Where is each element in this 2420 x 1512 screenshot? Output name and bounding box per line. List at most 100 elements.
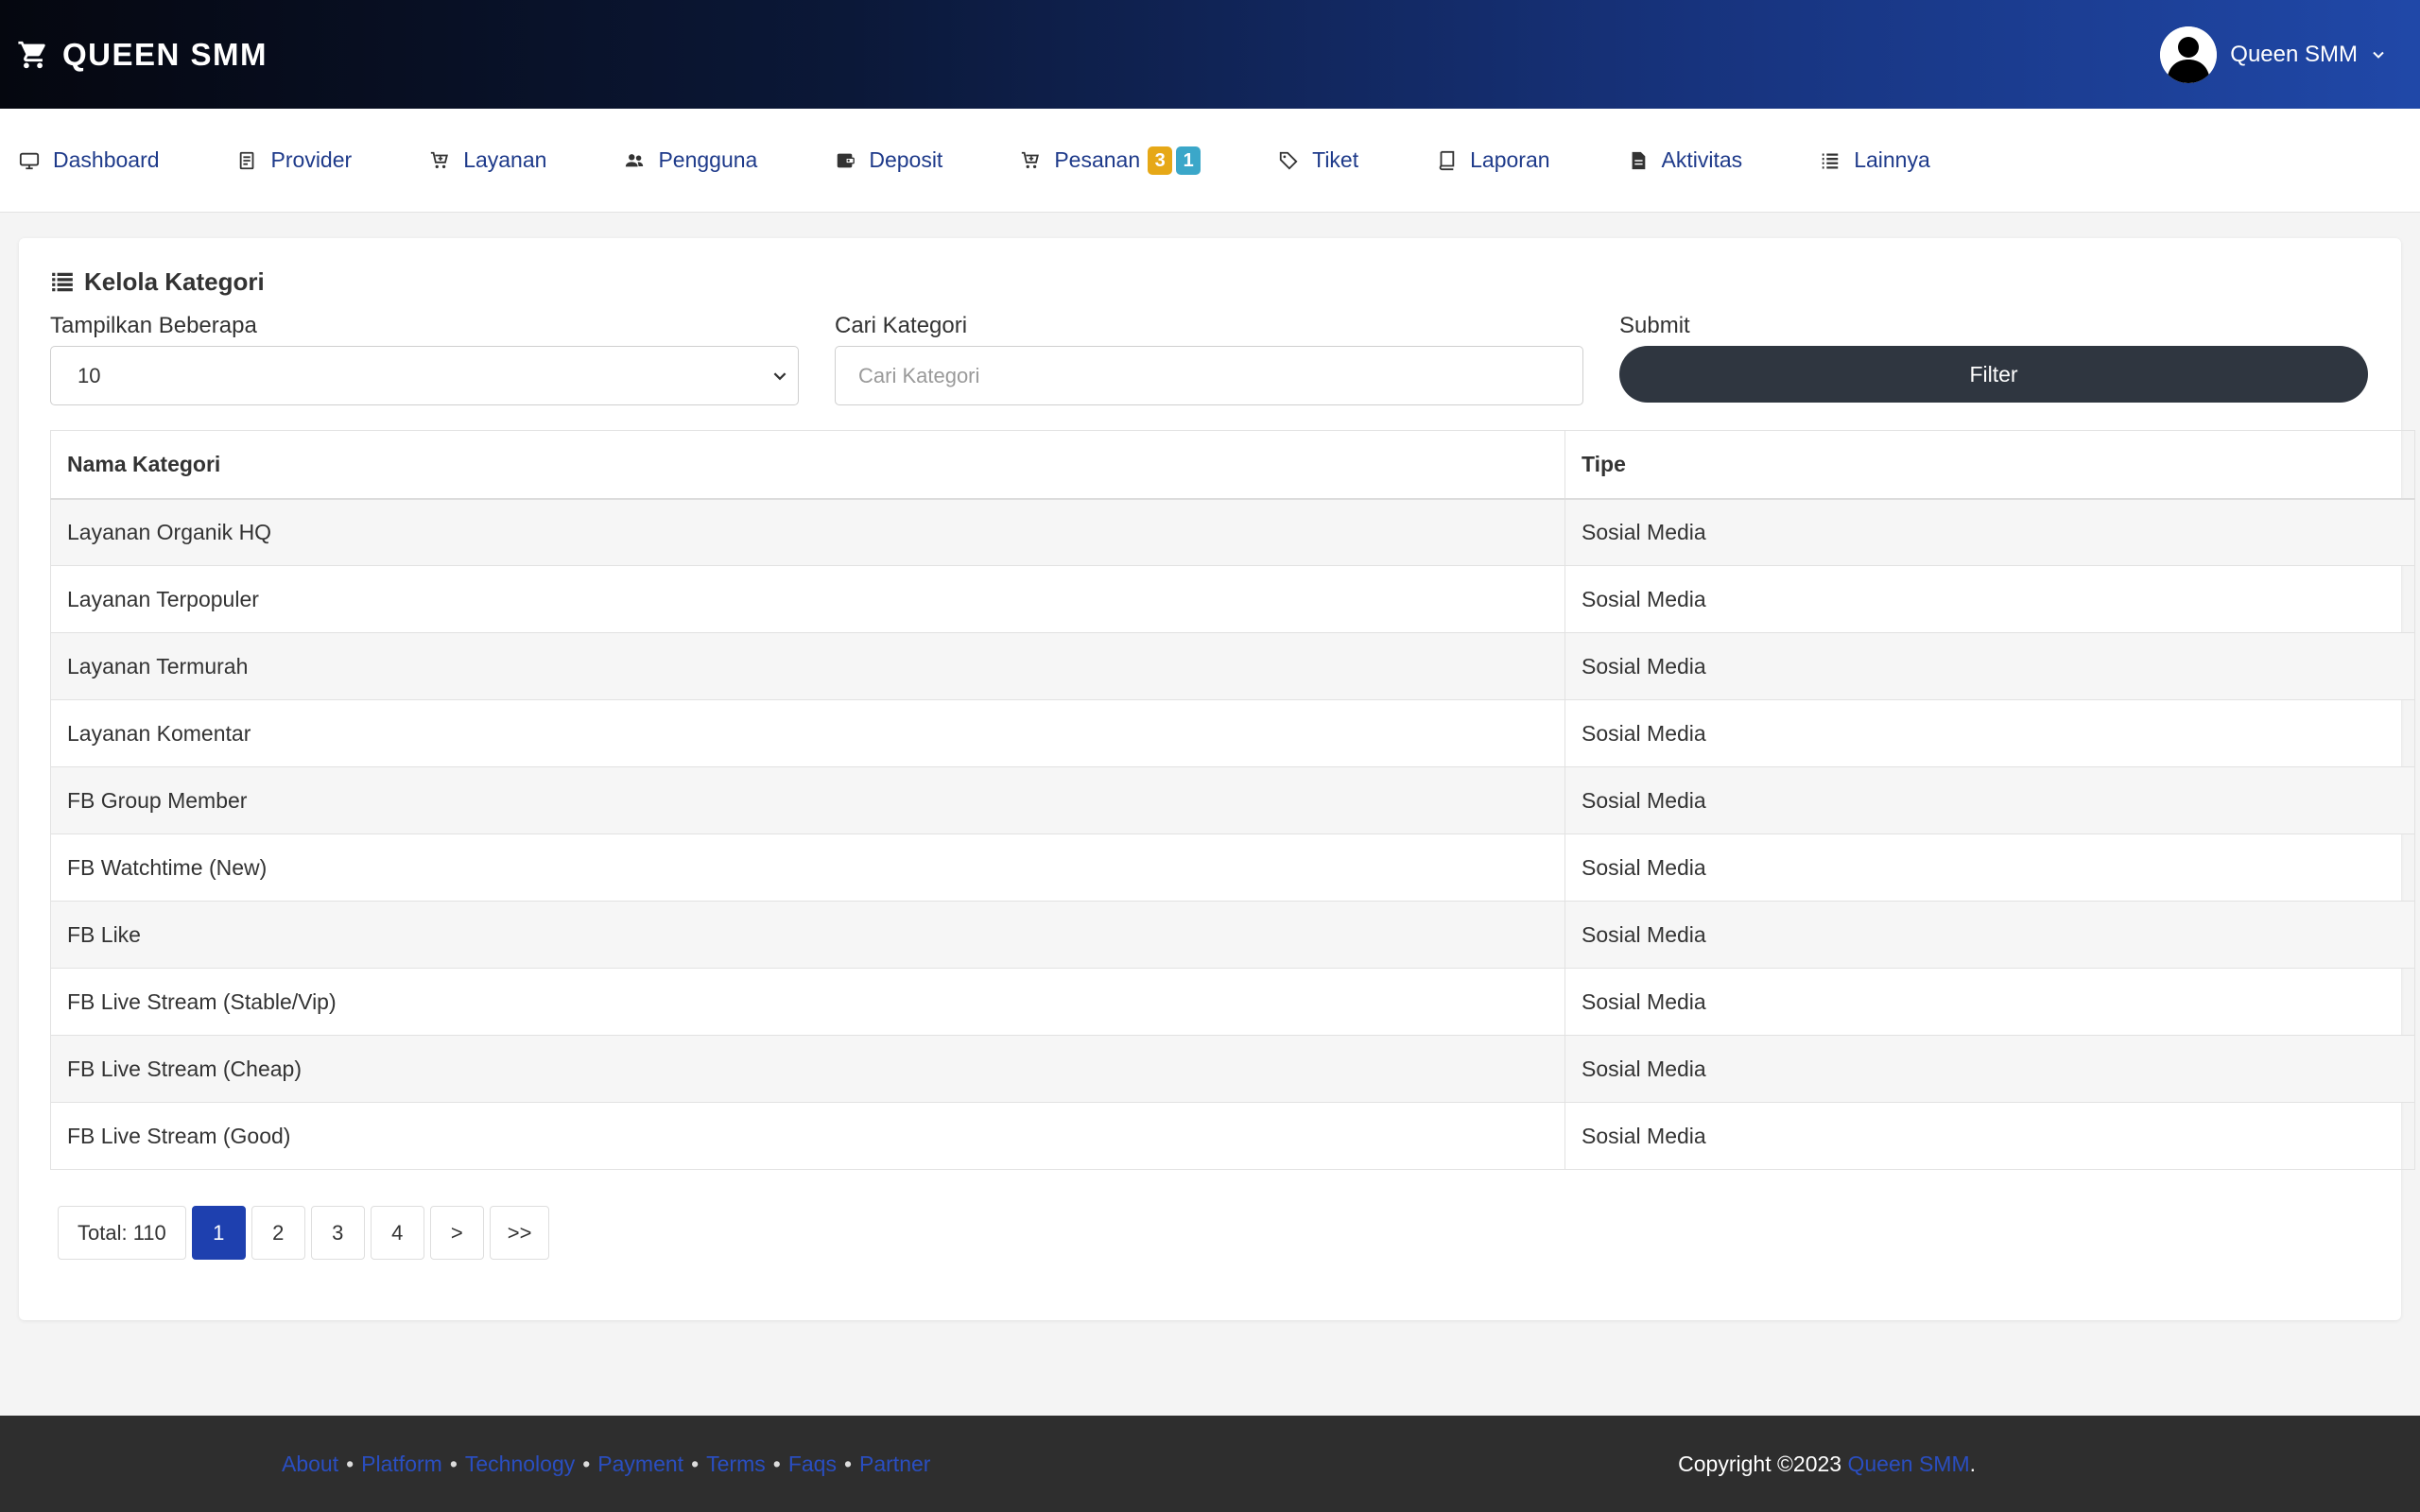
page-button-1[interactable]: 1	[191, 1206, 246, 1260]
avatar	[2160, 26, 2218, 83]
separator: •	[449, 1451, 458, 1476]
copyright-site-link[interactable]: Queen SMM	[1848, 1452, 1970, 1476]
footer-link-terms[interactable]: Terms	[706, 1452, 766, 1477]
table-row: FB Like Sosial Media	[50, 901, 2415, 969]
page-button-3[interactable]: 3	[310, 1206, 365, 1260]
nav-item-pesanan[interactable]: Pesanan 3 1	[1020, 146, 1201, 175]
shopping-cart-icon	[17, 39, 49, 71]
pending-orders-badge: 3	[1148, 146, 1173, 175]
column-header-type: Tipe	[1564, 430, 2415, 500]
nav-label: Layanan	[463, 147, 547, 172]
table-row: FB Watchtime (New) Sosial Media	[50, 833, 2415, 902]
nav-label: Pesanan	[1054, 147, 1141, 172]
separator: •	[346, 1451, 354, 1476]
last-page-button[interactable]: >>	[489, 1206, 550, 1260]
table-row: Layanan Komentar Sosial Media	[50, 699, 2415, 767]
category-type: Sosial Media	[1564, 632, 2415, 700]
wallet-icon	[835, 150, 856, 171]
nav-label: Provider	[270, 147, 353, 172]
separator: •	[772, 1451, 781, 1476]
copyright-text: Copyright ©2023	[1678, 1451, 1842, 1476]
nav-item-deposit[interactable]: Deposit	[835, 147, 942, 173]
nav-label: Deposit	[869, 147, 943, 172]
search-label: Cari Kategori	[835, 313, 968, 338]
category-type: Sosial Media	[1564, 901, 2415, 969]
show-count-select[interactable]: 10	[50, 346, 799, 405]
book-icon	[1436, 150, 1457, 171]
category-table: Nama Kategori Tipe Layanan Organik HQ Sos…	[50, 430, 2415, 1170]
category-name: FB Group Member	[50, 766, 1565, 834]
nav-item-tiket[interactable]: Tiket	[1278, 147, 1358, 173]
user-menu[interactable]: Queen SMM	[2160, 26, 2386, 83]
category-name: FB Live Stream (Cheap)	[50, 1035, 1565, 1103]
user-avatar-icon	[2160, 26, 2218, 83]
page-title-text: Kelola Kategori	[84, 266, 265, 296]
category-type: Sosial Media	[1564, 968, 2415, 1036]
nav-item-pengguna[interactable]: Pengguna	[624, 147, 757, 173]
separator: •	[843, 1451, 853, 1476]
copyright-period: .	[1969, 1451, 1976, 1476]
nav-item-lainnya[interactable]: Lainnya	[1820, 147, 1930, 173]
table-row: FB Live Stream (Cheap) Sosial Media	[50, 1035, 2415, 1103]
user-name: Queen SMM	[2230, 41, 2358, 67]
footer-link-payment[interactable]: Payment	[597, 1452, 683, 1477]
category-type: Sosial Media	[1564, 699, 2415, 767]
page-button-4[interactable]: 4	[370, 1206, 424, 1260]
processing-orders-badge: 1	[1176, 146, 1201, 175]
page-button-2[interactable]: 2	[251, 1206, 305, 1260]
pagination-total: Total: 110	[58, 1206, 186, 1260]
show-count-value: 10	[78, 363, 101, 387]
nav-item-laporan[interactable]: Laporan	[1436, 147, 1550, 173]
nav-label: Lainnya	[1854, 147, 1930, 172]
table-row: Layanan Organik HQ Sosial Media	[50, 498, 2415, 566]
nav-label: Dashboard	[53, 147, 160, 172]
brand[interactable]: QUEEN SMM	[17, 37, 268, 73]
footer: About • Platform • Technology • Payment …	[0, 1416, 2420, 1512]
category-name: Layanan Komentar	[50, 699, 1565, 767]
category-name: FB Live Stream (Stable/Vip)	[50, 968, 1565, 1036]
filter-button[interactable]: Filter	[1619, 346, 2368, 403]
category-name: Layanan Organik HQ	[50, 498, 1565, 566]
chevron-down-icon	[771, 368, 788, 385]
tag-icon	[1278, 150, 1299, 171]
footer-link-platform[interactable]: Platform	[361, 1452, 442, 1477]
cart-icon	[1020, 150, 1041, 171]
category-type: Sosial Media	[1564, 1102, 2415, 1170]
footer-link-about[interactable]: About	[282, 1452, 338, 1477]
main-nav: Dashboard Provider Layanan Pengguna Depo…	[0, 109, 2420, 213]
separator: •	[691, 1451, 700, 1476]
nav-label: Aktivitas	[1661, 147, 1743, 172]
page-title: Kelola Kategori	[50, 265, 2370, 299]
filter-form: Tampilkan Beberapa 10 Cari Kategori Subm…	[50, 306, 2370, 405]
nav-label: Laporan	[1470, 147, 1550, 172]
list-icon	[50, 269, 75, 294]
nav-item-layanan[interactable]: Layanan	[429, 147, 546, 173]
monitor-icon	[19, 150, 40, 171]
separator: •	[582, 1451, 591, 1476]
category-type: Sosial Media	[1564, 833, 2415, 902]
cart-plus-icon	[429, 150, 450, 171]
table-row: FB Group Member Sosial Media	[50, 766, 2415, 834]
search-group: Cari Kategori	[835, 306, 1583, 405]
nav-item-dashboard[interactable]: Dashboard	[19, 147, 160, 173]
next-page-button[interactable]: >	[429, 1206, 484, 1260]
category-name: FB Watchtime (New)	[50, 833, 1565, 902]
footer-link-faqs[interactable]: Faqs	[788, 1452, 837, 1477]
chevron-down-icon	[2371, 47, 2386, 62]
footer-link-partner[interactable]: Partner	[859, 1452, 930, 1477]
category-name: Layanan Termurah	[50, 632, 1565, 700]
pagination: Total: 110 1 2 3 4 > >>	[58, 1206, 2370, 1260]
copyright: Copyright ©2023 Queen SMM.	[1678, 1452, 1976, 1477]
footer-link-technology[interactable]: Technology	[465, 1452, 575, 1477]
nav-label: Pengguna	[658, 147, 758, 172]
search-category-input[interactable]	[835, 346, 1583, 405]
column-header-name: Nama Kategori	[50, 430, 1565, 500]
category-type: Sosial Media	[1564, 565, 2415, 633]
footer-links: About • Platform • Technology • Payment …	[282, 1452, 930, 1477]
table-row: Layanan Terpopuler Sosial Media	[50, 565, 2415, 633]
server-icon	[237, 150, 258, 171]
file-icon	[1628, 150, 1649, 171]
show-count-label: Tampilkan Beberapa	[50, 313, 257, 338]
nav-item-aktivitas[interactable]: Aktivitas	[1628, 147, 1743, 173]
nav-item-provider[interactable]: Provider	[237, 147, 353, 173]
